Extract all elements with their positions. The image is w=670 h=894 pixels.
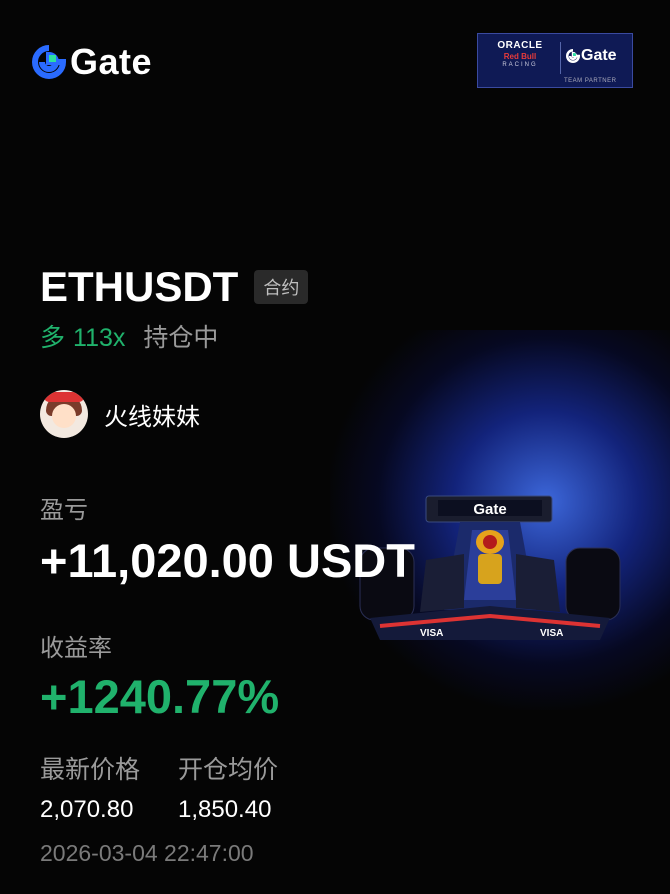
- timestamp: 2026-03-04 22:47:00: [40, 840, 254, 866]
- gate-logo-text: Gate: [70, 41, 153, 82]
- gate-logo-icon: [32, 45, 66, 79]
- partner-gate-text: Gate: [581, 47, 617, 64]
- price-values-row: 2,070.80 1,850.40: [40, 796, 271, 824]
- position-status: 持仓中: [143, 324, 219, 352]
- gate-logo: Gate: [32, 44, 152, 80]
- svg-text:VISA: VISA: [540, 628, 563, 639]
- pnl-value: +11,020.00 USDT: [40, 534, 415, 587]
- entry-price-label: 开仓均价: [178, 756, 279, 784]
- redbull-text: Red Bull: [503, 52, 537, 61]
- contract-symbol: ETHUSDT: [40, 263, 239, 310]
- contract-type-badge: 合约: [254, 270, 309, 304]
- avatar-face: [52, 404, 76, 428]
- team-partner-badge: ORACLE Red Bull RACING Gate TEAM PARTNER: [477, 33, 633, 88]
- avatar-hat: [44, 392, 84, 402]
- racing-text: RACING: [502, 62, 538, 68]
- roi-label: 收益率: [40, 635, 112, 662]
- roi-value: +1240.77%: [40, 670, 280, 723]
- latest-price-value: 2,070.80: [40, 796, 134, 823]
- position-info-row: 多 113x 持仓中: [40, 322, 218, 354]
- gate-small-icon: [566, 49, 580, 63]
- position-side: 多: [40, 324, 66, 352]
- avatar: [40, 390, 88, 438]
- oracle-text: ORACLE: [497, 40, 543, 51]
- partner-gate-logo: Gate: [566, 47, 617, 65]
- pnl-label: 盈亏: [40, 497, 88, 524]
- symbol-row: ETHUSDT 合约: [40, 263, 309, 310]
- team-partner-text: TEAM PARTNER: [564, 78, 617, 84]
- price-labels-row: 最新价格 开仓均价: [40, 750, 278, 786]
- svg-text:Gate: Gate: [473, 501, 506, 518]
- leverage: 113x: [73, 324, 126, 352]
- partner-divider: [560, 42, 561, 74]
- latest-price-label: 最新价格: [40, 756, 141, 784]
- user-row: 火线妹妹: [40, 390, 200, 438]
- entry-price-value: 1,850.40: [178, 796, 272, 823]
- svg-text:VISA: VISA: [420, 628, 443, 639]
- username: 火线妹妹: [104, 403, 200, 431]
